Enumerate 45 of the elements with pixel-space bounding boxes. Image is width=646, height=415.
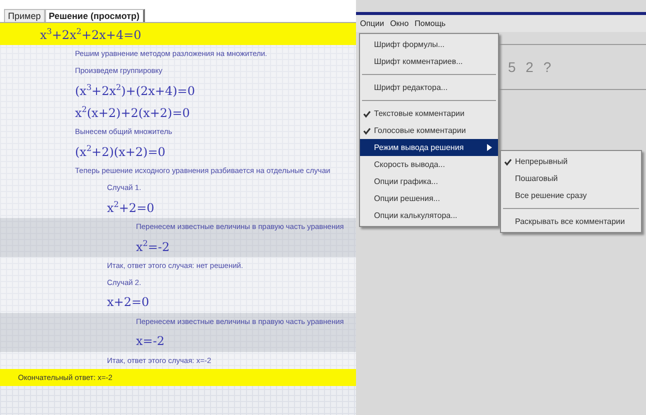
menu-item-label: Непрерывный bbox=[515, 157, 569, 166]
menu-bar-item[interactable]: Опции bbox=[360, 19, 384, 28]
menu-item[interactable]: Непрерывный bbox=[501, 153, 641, 170]
menu-item-label: Шрифт формулы... bbox=[374, 40, 446, 49]
submenu-arrow-icon bbox=[487, 144, 492, 151]
menu-item[interactable]: Все решение сразу bbox=[501, 187, 641, 204]
check-icon bbox=[363, 110, 371, 118]
formula-text: (x$^{2}$+2)(x+2)=0 bbox=[75, 144, 166, 158]
menu-bar-item[interactable]: Окно bbox=[390, 19, 409, 28]
menu-item[interactable]: Пошаговый bbox=[501, 170, 641, 187]
check-icon bbox=[504, 158, 512, 166]
menu-item[interactable]: Опции решения... bbox=[360, 190, 498, 207]
formula-text: x$^{2}$+2=0 bbox=[107, 200, 154, 214]
menu-item-label: Раскрывать все комментарии bbox=[515, 217, 626, 226]
menu-item-label: Шрифт редактора... bbox=[374, 83, 449, 92]
formula-text: x$^{2}$(x+2)+2(x+2)=0 bbox=[75, 104, 190, 120]
menu-item-label: Скорость вывода... bbox=[374, 160, 446, 169]
menu-item-label: Опции решения... bbox=[374, 194, 441, 203]
formula-text: x=-2 bbox=[136, 334, 165, 348]
menu-item[interactable]: Опции калькулятора... bbox=[360, 207, 498, 224]
menu-item-label: Опции графика... bbox=[374, 177, 439, 186]
menu-item[interactable]: Голосовые комментарии bbox=[360, 122, 498, 139]
menu-item[interactable]: Скорость вывода... bbox=[360, 156, 498, 173]
menu-item[interactable]: Режим вывода решения bbox=[360, 139, 498, 156]
menu-item-label: Режим вывода решения bbox=[374, 143, 465, 152]
menu-bar-item[interactable]: Помощь bbox=[414, 19, 446, 28]
menu-item[interactable]: Опции графика... bbox=[360, 173, 498, 190]
menu-item[interactable]: Шрифт комментариев... bbox=[360, 53, 498, 70]
formula-text: x$^{2}$=-2 bbox=[136, 238, 170, 254]
menu-item[interactable]: Шрифт формулы... bbox=[360, 36, 498, 53]
check-icon bbox=[363, 126, 371, 134]
menu-item-label: Текстовые комментарии bbox=[374, 109, 466, 118]
menu-item[interactable]: Шрифт редактора... bbox=[360, 79, 498, 96]
tab[interactable]: Решение (просмотр) bbox=[44, 9, 144, 22]
menu-item[interactable]: Раскрывать все комментарии bbox=[501, 213, 641, 230]
menu-item-label: Голосовые комментарии bbox=[374, 126, 467, 135]
menu-item-label: Опции калькулятора... bbox=[374, 211, 458, 220]
formula-text: x$^{3}$+2x$^{2}$+2x+4=0 bbox=[40, 26, 142, 42]
menu-item-label: Пошаговый bbox=[515, 174, 559, 183]
formula-text: (x$^{3}$+2x$^{2}$)+(2x+4)=0 bbox=[75, 82, 195, 98]
tab[interactable]: Пример bbox=[4, 9, 45, 22]
menu-item-label: Шрифт комментариев... bbox=[374, 57, 464, 66]
menu-item-label: Все решение сразу bbox=[515, 191, 588, 200]
formula-text: x+2=0 bbox=[107, 295, 150, 309]
menu-item[interactable]: Текстовые комментарии bbox=[360, 105, 498, 122]
